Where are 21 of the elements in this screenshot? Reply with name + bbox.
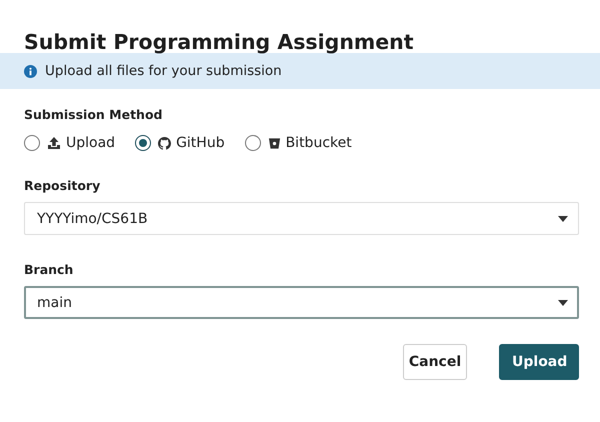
- radio-label[interactable]: Upload: [66, 135, 116, 151]
- field-label: Branch: [24, 262, 74, 279]
- info-icon: [24, 64, 37, 78]
- github-icon: [158, 136, 172, 150]
- select-field[interactable]: main: [24, 286, 579, 319]
- caret-icon: [558, 300, 568, 306]
- field-label: Submission Method: [24, 107, 164, 124]
- caret-icon: [558, 216, 568, 222]
- radio-button[interactable]: [24, 135, 40, 151]
- bucket-icon: [268, 136, 281, 150]
- radio-label[interactable]: Bitbucket: [286, 135, 352, 151]
- radio-label[interactable]: GitHub: [176, 135, 225, 151]
- cancel-button[interactable]: Cancel: [403, 344, 467, 380]
- field-label: Repository: [24, 178, 102, 195]
- dialog-title: Submit Programming Assignment: [23, 29, 415, 53]
- upload-button[interactable]: Upload: [499, 344, 579, 380]
- radio-button[interactable]: [244, 135, 261, 151]
- radio-button[interactable]: [135, 135, 152, 151]
- upload-icon: [47, 136, 61, 150]
- select-field[interactable]: YYYYimo/CS61B: [24, 202, 579, 235]
- banner-text: Upload all files for your submission: [45, 63, 282, 79]
